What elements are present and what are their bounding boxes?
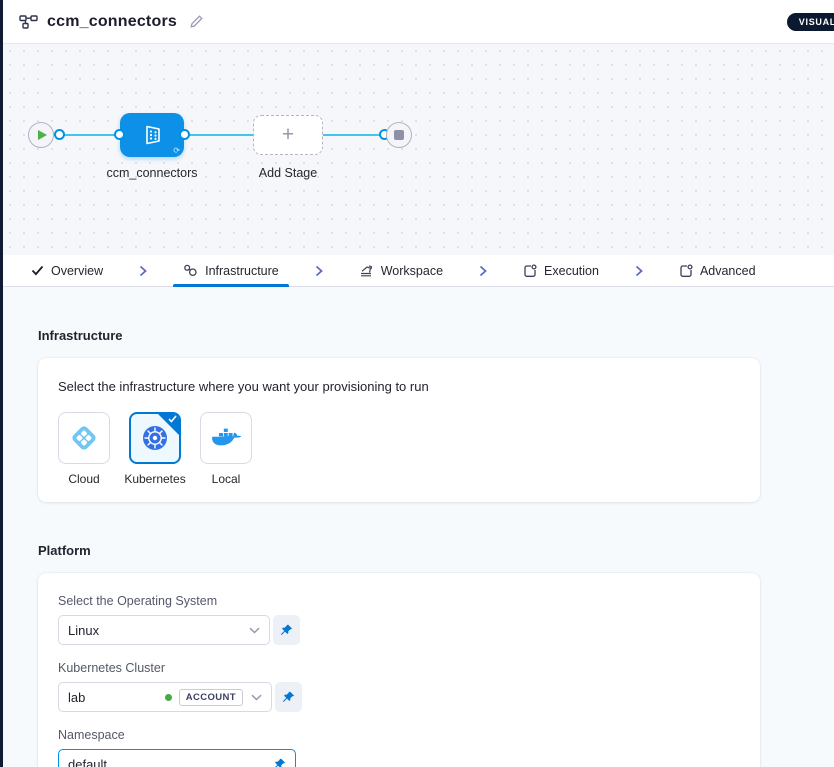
tab-label: Workspace xyxy=(381,264,443,278)
cloud-icon xyxy=(69,423,99,453)
connector-status-dot xyxy=(165,694,172,701)
os-select[interactable]: Linux xyxy=(58,615,270,645)
start-node xyxy=(28,122,54,148)
pin-icon xyxy=(280,624,293,637)
option-kubernetes-box[interactable] xyxy=(129,412,181,464)
chevron-right-icon xyxy=(315,265,323,277)
chevron-down-icon[interactable] xyxy=(251,694,262,701)
os-field-row: Linux xyxy=(58,615,740,645)
flow-connector-line xyxy=(41,134,399,136)
chevron-down-icon[interactable] xyxy=(249,627,260,634)
namespace-field-row: default xyxy=(58,749,740,767)
pin-icon xyxy=(282,691,295,704)
tab-label: Infrastructure xyxy=(205,264,279,278)
cluster-field-row: lab ACCOUNT xyxy=(58,682,740,712)
os-pin-button[interactable] xyxy=(273,615,300,645)
namespace-field-label: Namespace xyxy=(58,728,740,742)
option-cloud-box[interactable] xyxy=(58,412,110,464)
visual-yaml-toggle[interactable]: VISUAL xyxy=(787,13,834,31)
os-field-label: Select the Operating System xyxy=(58,594,740,608)
infrastructure-icon xyxy=(183,264,198,277)
left-edge-panel xyxy=(0,0,3,767)
port-stage-right xyxy=(179,129,190,140)
tab-label: Execution xyxy=(544,264,599,278)
cluster-value: lab xyxy=(68,690,165,705)
chevron-right-icon xyxy=(635,265,643,277)
namespace-value: default xyxy=(68,757,273,767)
cluster-pin-button[interactable] xyxy=(275,682,302,712)
tab-execution[interactable]: Execution xyxy=(523,255,599,286)
edit-pencil-icon[interactable] xyxy=(189,14,204,29)
pipeline-icon xyxy=(19,14,38,30)
tab-advanced[interactable]: Advanced xyxy=(679,255,756,286)
stage-label: ccm_connectors xyxy=(106,166,197,180)
stage-node-ccm-connectors[interactable]: ⟳ xyxy=(120,113,184,157)
stage-content: Infrastructure Select the infrastructure… xyxy=(3,328,834,767)
tab-overview[interactable]: Overview xyxy=(31,255,103,286)
add-stage-button[interactable]: + xyxy=(253,115,323,155)
stop-icon xyxy=(394,130,404,140)
chevron-right-icon xyxy=(139,265,147,277)
port-start xyxy=(54,129,65,140)
pipeline-title: ccm_connectors xyxy=(47,13,177,31)
pin-icon[interactable] xyxy=(273,758,286,767)
platform-card: Select the Operating System Linux Kubern… xyxy=(38,573,760,767)
pipeline-canvas[interactable]: ⟳ ccm_connectors + Add Stage xyxy=(3,44,834,255)
tab-label: Overview xyxy=(51,264,103,278)
option-kubernetes[interactable]: Kubernetes xyxy=(129,412,181,486)
option-label: Cloud xyxy=(68,472,99,486)
check-icon xyxy=(31,265,44,276)
header: ccm_connectors VISUAL xyxy=(3,0,834,44)
infrastructure-card: Select the infrastructure where you want… xyxy=(38,358,760,502)
page: ccm_connectors VISUAL ⟳ xyxy=(3,0,834,767)
stage-status-icon: ⟳ xyxy=(173,147,180,155)
play-icon xyxy=(38,130,47,140)
platform-heading: Platform xyxy=(38,543,834,558)
infrastructure-heading: Infrastructure xyxy=(38,328,834,343)
option-label: Local xyxy=(212,472,241,486)
plus-icon: + xyxy=(282,125,294,145)
namespace-input[interactable]: default xyxy=(58,749,296,767)
option-local[interactable]: Local xyxy=(200,412,252,486)
os-value: Linux xyxy=(68,623,241,638)
stage-tabbar: Overview Infrastructure Workspace xyxy=(3,255,834,287)
end-node xyxy=(386,122,412,148)
infrastructure-options: Cloud xyxy=(58,412,740,486)
tab-workspace[interactable]: Workspace xyxy=(359,255,443,286)
cluster-field-label: Kubernetes Cluster xyxy=(58,661,740,675)
tab-label: Advanced xyxy=(700,264,756,278)
add-stage-label: Add Stage xyxy=(259,166,317,180)
tab-infrastructure[interactable]: Infrastructure xyxy=(183,255,279,286)
advanced-icon xyxy=(679,264,693,278)
workspace-icon xyxy=(359,264,374,278)
port-stage-left xyxy=(114,129,125,140)
option-cloud[interactable]: Cloud xyxy=(58,412,110,486)
execution-icon xyxy=(523,264,537,278)
scope-badge: ACCOUNT xyxy=(179,689,243,706)
chevron-right-icon xyxy=(479,265,487,277)
infrastructure-stage-icon xyxy=(139,123,165,147)
infrastructure-prompt: Select the infrastructure where you want… xyxy=(58,379,740,394)
option-local-box[interactable] xyxy=(200,412,252,464)
selected-check-icon xyxy=(168,415,177,423)
docker-icon xyxy=(210,425,242,451)
cluster-select[interactable]: lab ACCOUNT xyxy=(58,682,272,712)
option-label: Kubernetes xyxy=(124,472,185,486)
